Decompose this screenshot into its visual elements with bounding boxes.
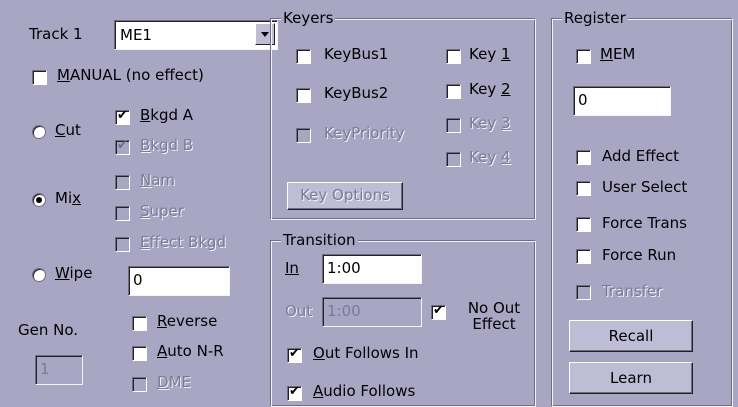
mem-label: MEM [600, 45, 636, 63]
transfer-checkbox[interactable] [576, 285, 591, 300]
radio-dot [36, 197, 42, 203]
learn-button[interactable]: Learn [569, 362, 693, 394]
wipe-radio[interactable] [32, 268, 46, 282]
mem-checkbox[interactable] [576, 49, 591, 64]
keybus1-label: KeyBus1 [324, 45, 389, 63]
keybus1-checkbox[interactable] [296, 49, 311, 64]
dme-checkbox[interactable] [132, 377, 147, 392]
bkgd-a-checkbox[interactable]: ✔ [115, 108, 130, 125]
effect-bkgd-label: Effect Bkgd [140, 233, 226, 251]
user-select-label: User Select [602, 178, 688, 196]
auto-nr-checkbox[interactable] [132, 346, 147, 361]
effect-bkgd-checkbox[interactable] [115, 237, 130, 252]
track-select-value: ME1 [120, 26, 152, 44]
out-label: Out [285, 302, 313, 320]
nam-label: Nam [140, 171, 176, 189]
register-number-input[interactable]: 0 [573, 86, 671, 116]
register-title: Register [562, 9, 628, 27]
super-checkbox[interactable] [115, 206, 130, 221]
in-label: In [285, 259, 299, 277]
add-effect-checkbox[interactable] [576, 150, 591, 165]
bkgd-b-label: Bkgd B [140, 136, 194, 154]
key1-label: Key 1 [469, 45, 511, 63]
key3-label: Key 3 [469, 114, 511, 132]
key-options-button[interactable]: Key Options [287, 182, 403, 210]
force-run-checkbox[interactable] [576, 249, 591, 264]
key2-checkbox[interactable] [446, 84, 461, 99]
gen-no-label: Gen No. [18, 321, 79, 339]
wipe-label: Wipe [55, 264, 93, 282]
force-trans-label: Force Trans [602, 214, 687, 232]
recall-button[interactable]: Recall [569, 320, 693, 352]
no-out-effect-label: No Out Effect [467, 299, 521, 333]
no-out-effect-checkbox[interactable]: ✔ [431, 303, 446, 320]
mix-label: Mix [55, 189, 81, 207]
bkgd-b-checkbox[interactable]: ✔ [115, 138, 130, 155]
manual-checkbox[interactable] [32, 70, 47, 85]
out-follows-in-label: Out Follows In [313, 344, 419, 362]
gen-no-input[interactable]: 1 [35, 355, 83, 385]
transition-title: Transition [281, 231, 358, 249]
keypriority-label: KeyPriority [324, 124, 405, 142]
add-effect-label: Add Effect [602, 147, 679, 165]
force-run-label: Force Run [602, 246, 677, 264]
key2-label: Key 2 [469, 80, 511, 98]
reverse-label: Reverse [157, 312, 218, 330]
manual-label: MANUAL (no effect) [57, 66, 204, 84]
keybus2-checkbox[interactable] [296, 88, 311, 103]
in-duration-input[interactable]: 1:00 [322, 254, 422, 284]
reverse-checkbox[interactable] [132, 316, 147, 331]
transfer-label: Transfer [602, 282, 663, 300]
bkgd-a-label: Bkgd A [140, 106, 194, 124]
audio-follows-checkbox[interactable]: ✔ [287, 384, 302, 401]
keyers-title: Keyers [281, 9, 336, 27]
audio-follows-label: Audio Follows [313, 382, 416, 400]
user-select-checkbox[interactable] [576, 181, 591, 196]
force-trans-checkbox[interactable] [576, 217, 591, 232]
track-select[interactable]: ME1 [114, 20, 278, 50]
out-duration-input[interactable]: 1:00 [322, 297, 422, 327]
key3-checkbox[interactable] [446, 118, 461, 133]
key4-checkbox[interactable] [446, 152, 461, 167]
keybus2-label: KeyBus2 [324, 84, 389, 102]
dme-label: DME [157, 373, 191, 391]
keypriority-checkbox[interactable] [296, 128, 311, 143]
cut-radio[interactable] [32, 125, 46, 139]
out-follows-in-checkbox[interactable]: ✔ [287, 346, 302, 363]
auto-nr-label: Auto N-R [157, 342, 224, 360]
chevron-down-icon [261, 32, 269, 37]
key4-label: Key 4 [469, 148, 511, 166]
wipe-number-input[interactable]: 0 [128, 266, 230, 296]
mix-radio[interactable] [32, 193, 46, 207]
super-label: Super [140, 202, 184, 220]
cut-label: Cut [55, 121, 81, 139]
track-label: Track 1 [29, 25, 83, 43]
key1-checkbox[interactable] [446, 49, 461, 64]
nam-checkbox[interactable] [115, 175, 130, 190]
